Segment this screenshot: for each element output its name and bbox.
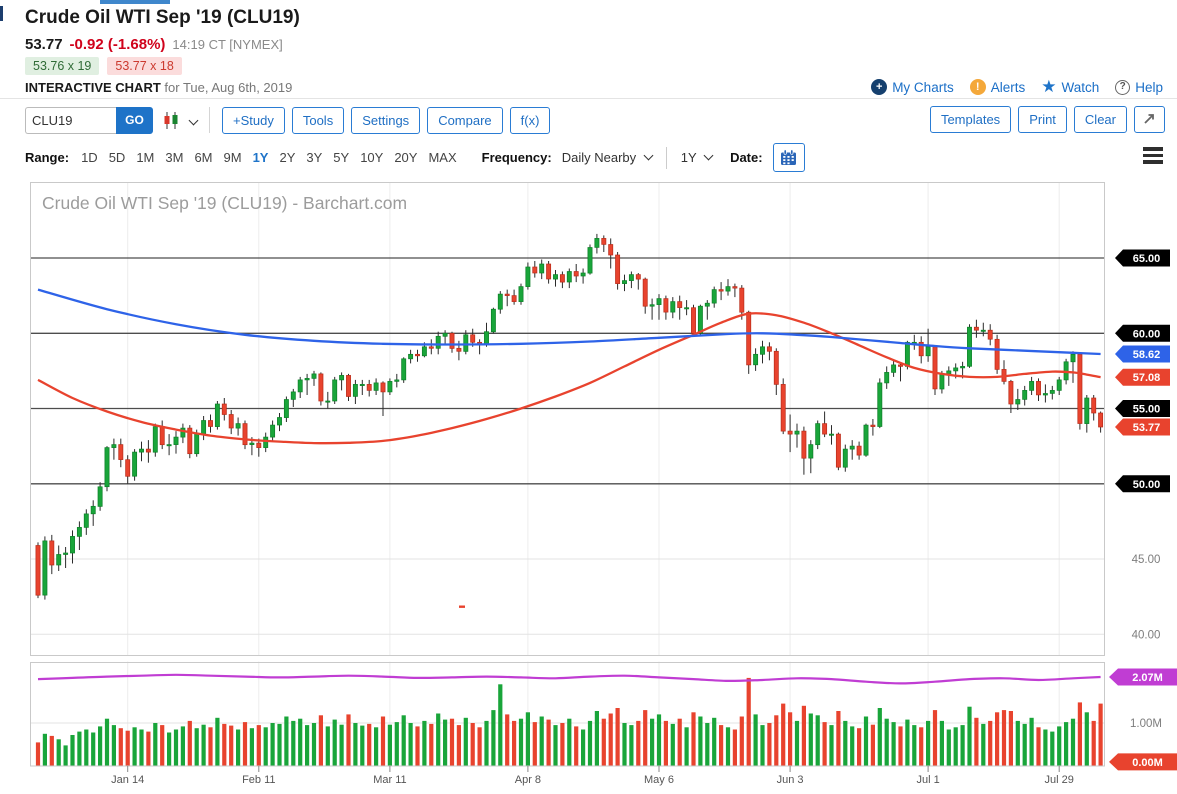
question-icon: ? [1115,80,1130,95]
frequency-label: Frequency: [482,150,552,165]
range-2y[interactable]: 2Y [279,150,295,165]
svg-text:60.00: 60.00 [1133,328,1161,340]
svg-text:2.07M: 2.07M [1132,672,1163,684]
range-bar-divider [666,147,667,169]
x-axis-label: Feb 11 [242,774,275,786]
range-1m[interactable]: 1M [136,150,154,165]
x-axis-label: Jul 1 [916,774,939,786]
alert-icon: ! [970,79,986,95]
page-title: Crude Oil WTI Sep '19 (CLU19) [25,7,300,29]
ask-badge: 53.77 x 18 [107,57,181,75]
expand-arrow-icon [1143,112,1156,125]
symbol-input[interactable] [25,107,116,134]
toolbar-divider [209,107,210,133]
range-label: Range: [25,150,69,165]
header-divider [0,98,1177,99]
svg-text:53.77: 53.77 [1133,422,1161,434]
svg-text:45.00: 45.00 [1132,554,1161,566]
x-axis-label: Jan 14 [111,774,144,786]
svg-text:57.08: 57.08 [1133,372,1161,384]
chevron-down-icon [704,151,714,161]
svg-text:1.00M: 1.00M [1130,718,1162,730]
svg-text:0.00M: 0.00M [1132,757,1163,769]
chart-type-dropdown[interactable] [163,112,197,129]
chart-toolbar: GO +Study Tools Settings Compare f(x) [25,106,557,134]
add-study-button[interactable]: +Study [222,107,285,134]
print-button[interactable]: Print [1018,106,1067,133]
svg-text:50.00: 50.00 [1133,479,1161,491]
quote-row: 53.77 -0.92 (-1.68%) 14:19 CT [NYMEX] [25,36,283,53]
period-dropdown[interactable]: 1Y [681,150,712,165]
chart-menu-icon[interactable] [1143,147,1163,164]
compare-button[interactable]: Compare [427,107,502,134]
range-3y[interactable]: 3Y [306,150,322,165]
watch-label: Watch [1061,80,1099,95]
x-axis-label: Jun 3 [777,774,804,786]
help-link[interactable]: ? Help [1115,80,1163,95]
range-bar: Range: 1D 5D 1M 3M 6M 9M 1Y 2Y 3Y 5Y 10Y… [25,143,805,172]
help-label: Help [1135,80,1163,95]
range-5y[interactable]: 5Y [333,150,349,165]
bid-ask-row: 53.76 x 19 53.77 x 18 [25,57,182,75]
chart-watermark: Crude Oil WTI Sep '19 (CLU19) - Barchart… [42,193,407,213]
calendar-icon [780,149,797,166]
range-1y-selected[interactable]: 1Y [253,150,269,165]
range-20y[interactable]: 20Y [394,150,417,165]
range-10y[interactable]: 10Y [360,150,383,165]
interactive-chart[interactable]: Crude Oil WTI Sep '19 (CLU19) - Barchart… [30,182,1177,789]
go-button[interactable]: GO [116,107,153,134]
svg-text:40.00: 40.00 [1132,629,1161,641]
svg-text:65.00: 65.00 [1133,253,1161,265]
watch-link[interactable]: ★ Watch [1041,77,1099,97]
quote-time: 14:19 CT [NYMEX] [172,37,282,52]
last-price: 53.77 [25,36,63,53]
date-label: Date: [730,150,763,165]
date-picker-button[interactable] [773,143,805,172]
range-1d[interactable]: 1D [81,150,98,165]
function-button[interactable]: f(x) [510,107,551,134]
left-edge-mark [0,6,3,21]
my-charts-link[interactable]: + My Charts [871,79,954,95]
chart-date-label: for Tue, Aug 6th, 2019 [164,80,292,95]
price-change: -0.92 (-1.68%) [70,36,166,53]
bid-badge: 53.76 x 19 [25,57,99,75]
range-9m[interactable]: 9M [224,150,242,165]
page-subtitle: INTERACTIVE CHART for Tue, Aug 6th, 2019 [25,80,292,95]
range-5d[interactable]: 5D [109,150,126,165]
chart-canvas[interactable]: Crude Oil WTI Sep '19 (CLU19) - Barchart… [30,182,1177,789]
interactive-chart-label: INTERACTIVE CHART [25,80,161,95]
frequency-dropdown[interactable]: Daily Nearby [562,150,652,165]
x-axis-label: Jul 29 [1045,774,1074,786]
tools-button[interactable]: Tools [292,107,344,134]
chart-toolbar-right: Templates Print Clear [930,106,1165,133]
candlestick-type-icon [163,112,181,129]
x-axis-label: Apr 8 [515,774,541,786]
templates-button[interactable]: Templates [930,106,1011,133]
my-charts-label: My Charts [892,80,954,95]
plus-circle-icon: + [871,79,887,95]
range-6m[interactable]: 6M [194,150,212,165]
range-max[interactable]: MAX [428,150,456,165]
panel-gap [30,656,1105,662]
frequency-value: Daily Nearby [562,150,636,165]
chevron-down-icon [643,151,653,161]
settings-button[interactable]: Settings [351,107,420,134]
alerts-label: Alerts [991,80,1026,95]
clear-button[interactable]: Clear [1074,106,1127,133]
range-3m[interactable]: 3M [165,150,183,165]
chevron-down-icon [189,115,199,125]
star-icon: ★ [1041,77,1056,97]
svg-text:55.00: 55.00 [1133,404,1161,416]
x-axis-label: May 6 [644,774,674,786]
red-dash-mark [459,606,465,608]
top-accent-bar [100,0,170,4]
x-axis-label: Mar 11 [373,774,406,786]
expand-chart-button[interactable] [1134,106,1165,133]
svg-text:58.62: 58.62 [1133,349,1161,361]
alerts-link[interactable]: ! Alerts [970,79,1026,95]
header-links: + My Charts ! Alerts ★ Watch ? Help [871,77,1163,97]
period-value: 1Y [681,150,697,165]
